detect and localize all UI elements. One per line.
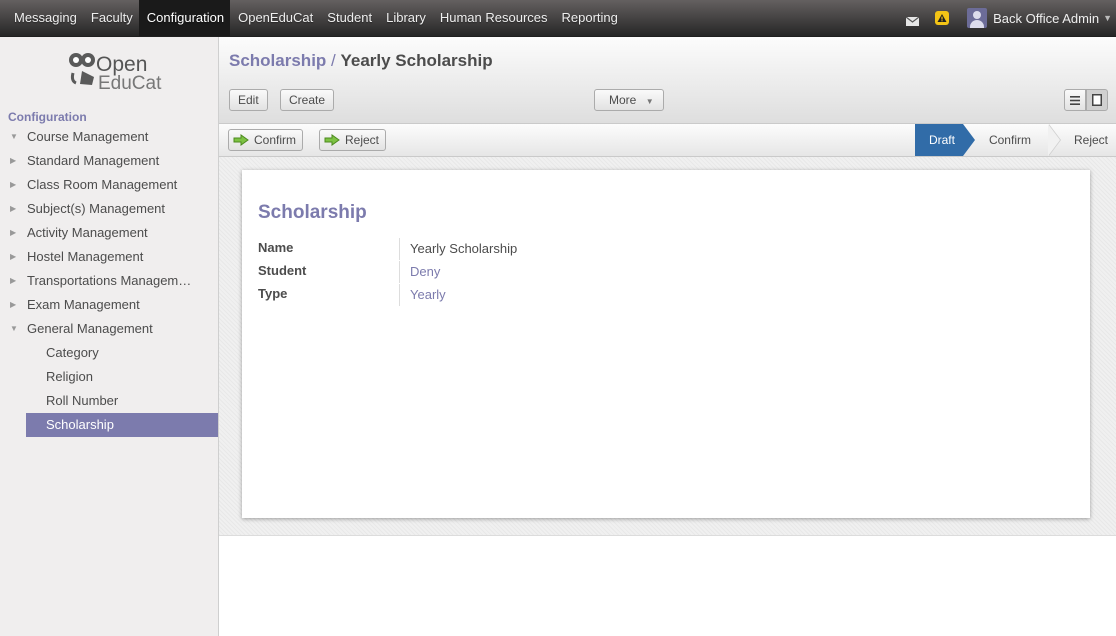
top-menu: Messaging Faculty Configuration OpenEduC… [6,0,624,36]
sidebar-item-label: Scholarship [46,417,114,432]
view-switcher [1064,89,1108,111]
field-value-name: Yearly Scholarship [410,241,518,256]
field-label-name: Name [258,240,294,255]
sidebar-item-activity-management[interactable]: ▶ Activity Management [0,221,218,245]
field-divider [399,284,400,306]
field-row-name: Name Yearly Scholarship [258,238,858,262]
breadcrumb-parent-link[interactable]: Scholarship [229,51,326,70]
edit-button[interactable]: Edit [229,89,268,111]
owl-logo-icon [69,53,95,85]
user-name[interactable]: Back Office Admin [993,11,1099,26]
field-divider [399,238,400,260]
form-view-icon[interactable] [1086,89,1108,111]
menu-messaging[interactable]: Messaging [6,0,83,36]
sidebar-item-general-management[interactable]: ▼ General Management [0,317,218,341]
sidebar: Open EduCat Configuration ▼ Course Manage… [0,37,219,636]
menu-reporting[interactable]: Reporting [554,0,624,36]
sidebar-menu: ▼ Course Management ▶ Standard Management … [0,125,218,437]
menu-faculty[interactable]: Faculty [83,0,139,36]
sidebar-item-course-management[interactable]: ▼ Course Management [0,125,218,149]
chevron-down-icon[interactable]: ▼ [1103,13,1112,23]
sidebar-item-label: Roll Number [46,393,119,408]
breadcrumb-separator: / [326,51,341,70]
green-arrow-icon [324,134,340,146]
caret-right-icon: ▶ [10,300,17,309]
caret-right-icon: ▶ [10,180,17,189]
sidebar-item-roll-number[interactable]: Roll Number [0,389,218,413]
view-header: Scholarship / Yearly Scholarship Edit Cr… [219,37,1116,124]
top-right-tools: Back Office Admin ▼ [905,0,1116,36]
sidebar-item-category[interactable]: Category [0,341,218,365]
menu-openeducat[interactable]: OpenEduCat [230,0,319,36]
mail-icon[interactable] [905,14,920,26]
breadcrumb-current: Yearly Scholarship [340,51,493,70]
top-bar: Messaging Faculty Configuration OpenEduC… [0,0,1116,37]
more-label: More [609,93,637,107]
breadcrumb: Scholarship / Yearly Scholarship [229,51,493,71]
stage-draft[interactable]: Draft [914,124,975,156]
chevron-down-icon: ▼ [645,97,654,106]
confirm-button[interactable]: Confirm [228,129,304,151]
caret-right-icon: ▶ [10,204,17,213]
create-button[interactable]: Create [280,89,335,111]
sidebar-item-label: Activity Management [27,225,148,240]
sidebar-item-label: Transportations Managem… [27,273,192,288]
field-label-type: Type [258,286,288,301]
sidebar-item-hostel-management[interactable]: ▶ Hostel Management [0,245,218,269]
sidebar-item-label: Class Room Management [27,177,178,192]
openeducat-logo: Open EduCat [68,49,178,99]
sidebar-item-label: Category [46,345,99,360]
sidebar-item-label: Subject(s) Management [27,201,166,216]
more-button[interactable]: More ▼ [594,89,664,111]
sidebar-item-standard-management[interactable]: ▶ Standard Management [0,149,218,173]
field-label-student: Student [258,263,307,278]
reject-button[interactable]: Reject [319,129,387,151]
field-row-type: Type Yearly [258,284,858,308]
confirm-label: Confirm [254,133,297,147]
sidebar-item-label: Hostel Management [27,249,144,264]
sidebar-item-label: General Management [27,321,153,336]
caret-down-icon: ▼ [10,132,18,141]
alert-icon[interactable] [935,11,950,25]
form-sheet-background: Scholarship Name Yearly Scholarship Stud… [219,157,1116,536]
field-value-student-link[interactable]: Deny [410,264,440,279]
status-stages: Draft Confirm Reject [914,124,1116,156]
field-row-student: Student Deny [258,261,858,285]
sidebar-section-title: Configuration [8,110,87,124]
menu-student[interactable]: Student [319,0,378,36]
sidebar-item-religion[interactable]: Religion [0,365,218,389]
sidebar-item-scholarship[interactable]: Scholarship [26,413,218,437]
field-value-type-link[interactable]: Yearly [410,287,446,302]
field-divider [399,261,400,283]
form-title: Scholarship [258,202,367,223]
sidebar-item-class-room-management[interactable]: ▶ Class Room Management [0,173,218,197]
sidebar-item-label: Exam Management [27,297,140,312]
menu-human-resources[interactable]: Human Resources [432,0,554,36]
caret-down-icon: ▼ [10,324,18,333]
caret-right-icon: ▶ [10,228,17,237]
sidebar-item-label: Religion [46,369,93,384]
caret-right-icon: ▶ [10,252,17,261]
sidebar-item-label: Course Management [27,129,149,144]
menu-configuration[interactable]: Configuration [138,0,231,36]
logo-text-educat: EduCat [98,73,162,94]
sidebar-item-exam-management[interactable]: ▶ Exam Management [0,293,218,317]
list-view-icon[interactable] [1064,89,1086,111]
reject-label: Reject [345,133,380,147]
sidebar-item-subjects-management[interactable]: ▶ Subject(s) Management [0,197,218,221]
green-arrow-icon [233,134,249,146]
form-sheet: Scholarship Name Yearly Scholarship Stud… [242,170,1090,518]
caret-right-icon: ▶ [10,276,17,285]
sidebar-item-label: Standard Management [27,153,160,168]
menu-library[interactable]: Library [378,0,432,36]
sidebar-item-transportations-management[interactable]: ▶ Transportations Managem… [0,269,218,293]
stage-confirm[interactable]: Confirm [963,124,1062,156]
status-bar: Confirm Reject Draft Confirm Reject [219,124,1116,157]
caret-right-icon: ▶ [10,156,17,165]
avatar[interactable] [967,8,988,28]
